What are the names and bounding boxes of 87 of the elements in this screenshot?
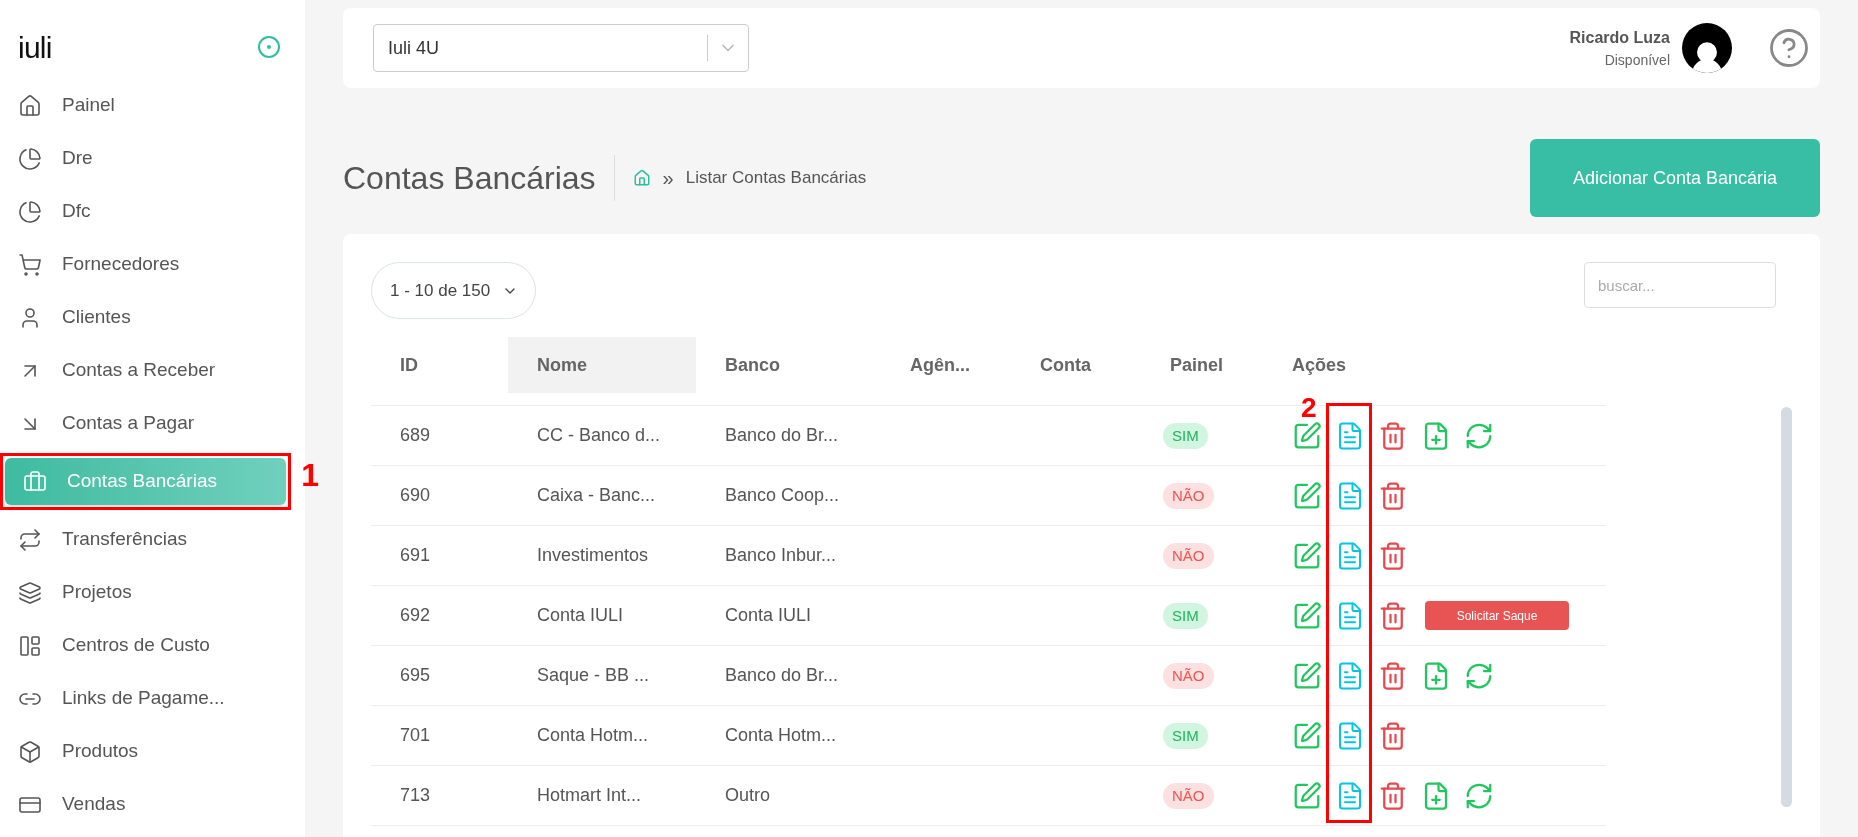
annotation-label: 2 [1301,394,1317,422]
help-icon[interactable] [1768,27,1810,69]
nav-item[interactable]: Links de Pagame... [0,675,291,722]
scrollbar[interactable] [1781,407,1792,807]
nav-item[interactable]: Clientes [0,294,291,341]
table-cell-text: 695 [399,664,432,687]
box-icon [18,739,42,764]
annotation-label: 1 [301,459,319,491]
target-icon[interactable] [257,35,281,59]
nav-item[interactable]: Painel [0,82,291,129]
edit-icon[interactable] [1292,480,1322,511]
table-cell-text: Hotmart Int... [536,784,643,807]
table-cell-text: 691 [399,544,432,567]
trash-icon[interactable] [1378,720,1408,751]
table-cell-text: 713 [399,784,432,807]
home-icon[interactable] [632,169,651,187]
pie-chart-icon [18,146,42,171]
breadcrumb-separator: » [662,166,674,191]
pie-chart-icon [18,199,42,224]
table-cell-text: Conta Hotm... [536,724,650,747]
table-cell-text: Conta IULI [536,604,625,627]
nav-item[interactable]: Projetos [0,569,291,616]
trash-icon[interactable] [1378,540,1408,571]
column-header[interactable]: Nome [508,337,696,393]
layers-icon [18,580,42,605]
breadcrumb-item[interactable]: Listar Contas Bancárias [685,165,867,191]
withdraw-button[interactable]: Solicitar Saque [1425,601,1569,630]
logo: iuli [18,29,52,66]
table-cell-text: Outro [724,784,772,807]
trash-icon[interactable] [1378,780,1408,811]
status-badge: SIM [1163,722,1208,750]
cart-icon [18,252,42,277]
nav-item[interactable]: Dre [0,135,291,182]
nav-item[interactable]: Centros de Custo [0,622,291,669]
nav-item[interactable]: Dfc [0,188,291,235]
trash-icon[interactable] [1378,480,1408,511]
nav-item[interactable]: Fornecedores [0,241,291,288]
home-icon [18,93,42,118]
column-header[interactable]: Agên... [881,337,1011,393]
nav-item[interactable]: Vendas [0,781,291,828]
edit-icon[interactable] [1292,720,1322,751]
briefcase-icon [23,469,47,494]
table-cell-text: Investimentos [536,544,650,567]
table-cell-text: 689 [399,424,432,447]
column-header[interactable]: Painel [1141,337,1263,393]
edit-icon[interactable] [1292,780,1322,811]
column-header[interactable]: Banco [696,337,881,393]
table-cell-text: CC - Banco d... [536,424,662,447]
company-select[interactable]: Iuli 4U [373,24,749,72]
edit-icon[interactable] [1292,600,1322,631]
column-header[interactable]: Ações [1263,337,1606,393]
swap-arrows-icon [18,527,42,552]
trash-icon[interactable] [1378,660,1408,691]
search-field[interactable]: buscar... [1584,262,1776,308]
column-header[interactable]: ID [371,337,508,393]
user-status: Disponível [1604,50,1670,70]
table-cell-text: Banco do Br... [724,664,840,687]
status-badge: NÃO [1163,662,1214,690]
table-cell-text: 692 [399,604,432,627]
status-badge: NÃO [1163,482,1214,510]
table-cell-text: Banco do Br... [724,424,840,447]
page-title: Contas Bancárias [343,159,596,198]
avatar[interactable] [1682,23,1732,73]
nav-item[interactable]: Produtos [0,728,291,775]
column-header[interactable]: Conta [1011,337,1141,393]
table-cell-text: Banco Inbur... [724,544,838,567]
table-cell-text: Conta Hotm... [724,724,838,747]
trash-icon[interactable] [1378,600,1408,631]
status-badge: NÃO [1163,782,1214,810]
table-cell-text: Caixa - Banc... [536,484,657,507]
edit-icon[interactable] [1292,420,1322,451]
trash-icon[interactable] [1378,420,1408,451]
edit-icon[interactable] [1292,540,1322,571]
edit-icon[interactable] [1292,660,1322,691]
nav-item[interactable]: Contas a Receber [0,347,291,394]
table-cell-text: 690 [399,484,432,507]
table-cell-text: 701 [399,724,432,747]
table-cell-text: Banco Coop... [724,484,841,507]
status-badge: NÃO [1163,542,1214,570]
layout-icon [18,633,42,658]
status-badge: SIM [1163,422,1208,450]
user-name: Ricardo Luza [1569,27,1670,48]
nav-item[interactable]: Contas a Pagar [0,400,291,447]
table-cell-text: Saque - BB ... [536,664,651,687]
nav-item[interactable]: Transferências [0,516,291,563]
table-cell-text: Conta IULI [724,604,813,627]
status-badge: SIM [1163,602,1208,630]
